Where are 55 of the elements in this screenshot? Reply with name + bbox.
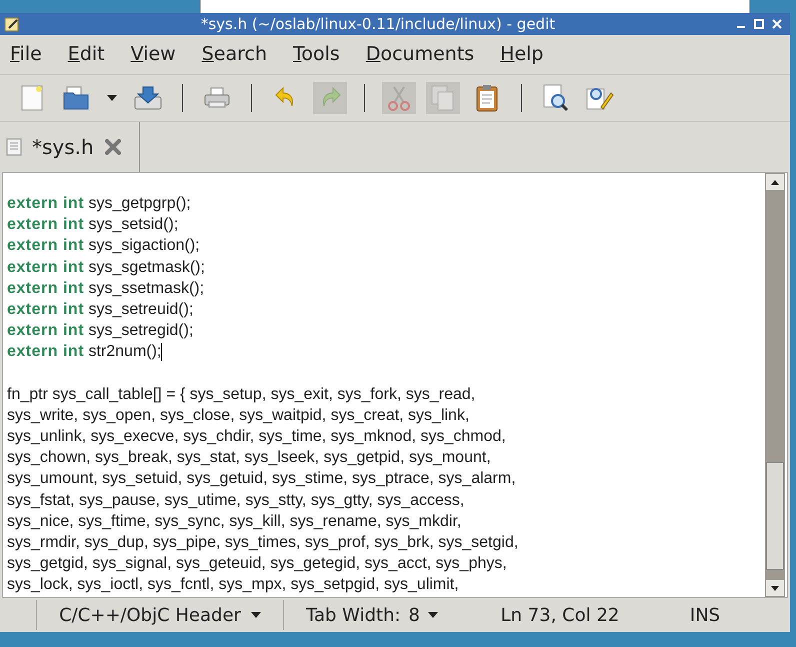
scissors-icon (388, 85, 410, 111)
code-line: extern int sys_setsid(); (7, 215, 178, 236)
close-tab-icon[interactable] (104, 138, 122, 156)
scroll-thumb[interactable] (766, 462, 784, 570)
code-line: sys_nice, sys_ftime, sys_sync, sys_kill, sys_rename, sys_mkdir, (7, 512, 462, 532)
code-line: extern int sys_getpgrp(); (7, 194, 191, 214)
clipboard-icon (476, 84, 498, 112)
tab-label: *sys.h (32, 134, 94, 161)
code-line: fn_ptr sys_call_table[] = { sys_setup, sys_exit, sys_fork, sys_read, (7, 384, 476, 405)
code-line: sys_rmdir, sys_dup, sys_pipe, sys_times, sys_prof, sys_brk, sys_setgid, (7, 533, 520, 553)
cursor-position: Ln 73, Col 22 (500, 604, 620, 628)
maximize-icon[interactable] (754, 19, 764, 29)
up-arrow-icon (771, 180, 779, 184)
code-line: sys_lock, sys_ioctl, sys_fcntl, sys_mpx, sys_setpgid, sys_ulimit, (7, 575, 460, 596)
language-dropdown[interactable]: C/C++/ObjC Header (37, 599, 283, 631)
code-line: extern int sys_setregid(); (7, 321, 194, 342)
menu-item[interactable]: Tools (293, 40, 340, 69)
code-line: sys_umount, sys_setuid, sys_getuid, sys_stime, sys_ptrace, sys_alarm, (7, 469, 517, 490)
save-icon (134, 85, 162, 111)
folder-icon (63, 86, 89, 110)
new-document-icon (21, 85, 43, 111)
down-arrow-icon (771, 586, 779, 590)
menu-item[interactable]: File (10, 40, 42, 69)
menu-item[interactable]: Documents (366, 40, 474, 69)
menu-item[interactable]: Search (202, 40, 267, 69)
code-line: sys_unlink, sys_execve, sys_chdir, sys_time, sys_mknod, sys_chmod, (7, 427, 507, 448)
code-line: extern int sys_sigaction(); (7, 236, 200, 256)
text-cursor (161, 342, 162, 361)
menu-item[interactable]: View (130, 40, 176, 69)
code-line: extern int str2num(); (7, 342, 162, 362)
insert-mode: INS (688, 604, 722, 628)
code-line: extern int sys_ssetmask(); (7, 278, 204, 299)
code-line: extern int sys_setreuid(); (7, 300, 194, 320)
code-line: sys_write, sys_open, sys_close, sys_waitpid, sys_creat, sys_link, (7, 406, 470, 426)
code-line: sys_fstat, sys_pause, sys_utime, sys_stty, sys_gtty, sys_access, (7, 490, 466, 511)
code-line: extern int sys_sgetmask(); (7, 258, 205, 278)
notepad-icon (4, 16, 20, 32)
caret-icon (250, 612, 261, 618)
scroll-up-button[interactable] (766, 174, 784, 190)
close-icon[interactable] (772, 19, 782, 29)
find-replace-icon (586, 85, 614, 111)
find-document-icon (543, 84, 569, 112)
menu-item[interactable]: Help (500, 40, 544, 69)
caret-icon (428, 612, 438, 618)
scroll-down-button[interactable] (766, 580, 784, 596)
window-title: *sys.h (~/oslab/linux-0.11/include/linux) - gedit (200, 14, 556, 35)
tab-width-dropdown[interactable]: Tab Width: 8 (284, 599, 460, 631)
copy-icon (431, 85, 455, 111)
caret-icon (107, 95, 117, 101)
document-icon (6, 138, 22, 156)
code-line: sys_getgid, sys_signal, sys_geteuid, sys_getegid, sys_acct, sys_phys, (7, 554, 508, 574)
scrollbar[interactable] (765, 173, 785, 597)
code-line: sys_chown, sys_break, sys_stat, sys_lseek, sys_getpid, sys_mount, (7, 448, 492, 468)
menu-item[interactable]: Edit (68, 40, 105, 69)
printer-icon (204, 87, 230, 109)
